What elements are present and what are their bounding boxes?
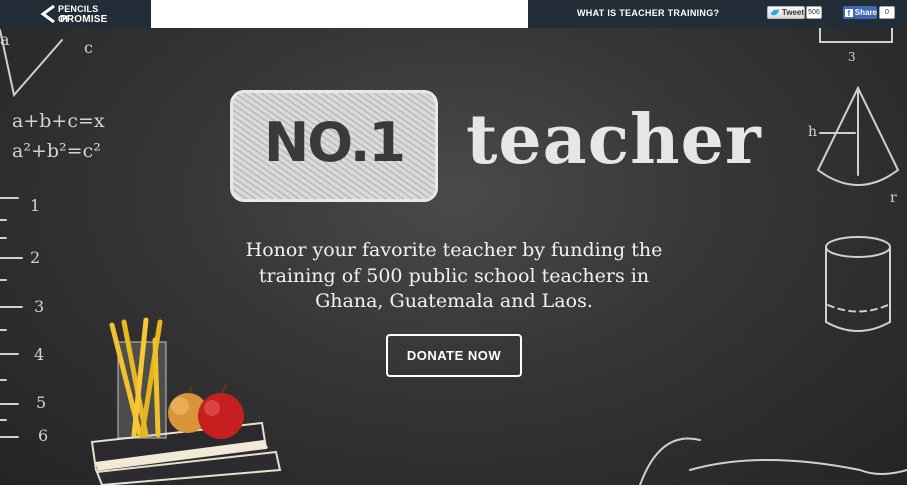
badge-text: NO.1 (264, 111, 406, 174)
hero-tagline: Honor your favorite teacher by funding t… (245, 239, 663, 313)
tweet-button[interactable]: Tweet (767, 6, 805, 19)
share-label: Share (854, 8, 877, 17)
donate-now-button[interactable]: DONATE NOW (386, 334, 522, 377)
hero-headline: teacher (466, 100, 762, 180)
pencils-of-promise-logo[interactable]: PENCILS OF PROMISE (40, 3, 112, 25)
what-is-teacher-training-link[interactable]: WHAT IS TEACHER TRAINING? (577, 8, 719, 18)
tweet-count: 506 (806, 6, 822, 19)
twitter-bird-icon (771, 9, 779, 16)
logo-line-2: PROMISE (60, 14, 108, 25)
facebook-share-button[interactable]: f Share (843, 6, 877, 19)
tweet-label: Tweet (781, 8, 804, 17)
header-input-field[interactable] (151, 0, 528, 28)
no1-chalk-badge: NO.1 (230, 90, 438, 202)
chevron-left-icon (40, 5, 55, 23)
share-count: 0 (879, 6, 895, 19)
facebook-icon: f (845, 8, 853, 18)
